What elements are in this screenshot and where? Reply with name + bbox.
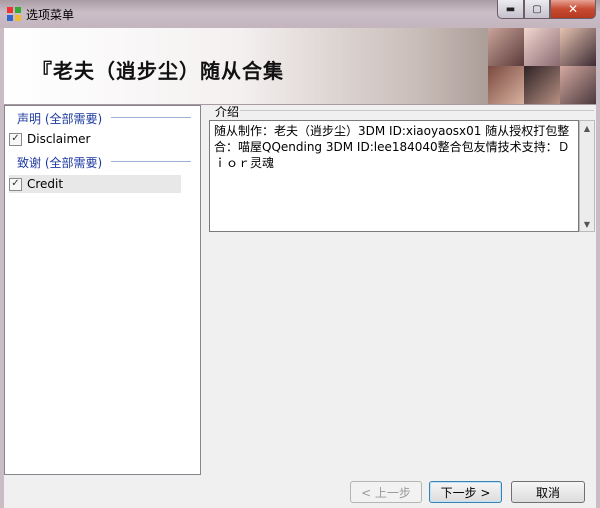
description-divider: [240, 110, 594, 111]
group-divider: [111, 117, 191, 118]
option-label: Credit: [27, 177, 64, 191]
option-label: Disclaimer: [27, 132, 91, 146]
next-button[interactable]: 下一步 >: [429, 481, 502, 503]
description-label: 介绍: [215, 105, 240, 119]
close-icon: ✕: [567, 2, 579, 16]
disclaimer-checkbox[interactable]: ✓: [9, 132, 22, 146]
description-scrollbar[interactable]: ▲ ▼: [579, 120, 595, 232]
close-button[interactable]: ✕: [550, 0, 596, 19]
option-disclaimer[interactable]: ✓ Disclaimer: [9, 130, 185, 148]
window-frame-right: [596, 28, 600, 508]
previous-button[interactable]: < 上一步: [350, 481, 422, 503]
app-icon: [7, 7, 21, 21]
header-banner: 『老夫（逍步尘）随从合集: [4, 28, 596, 105]
description-textbox[interactable]: 随从制作：老夫（逍步尘）3DM ID:xiaoyaosx01 随从授权打包整合：…: [209, 120, 579, 232]
group-divider: [111, 161, 191, 162]
scroll-up-icon[interactable]: ▲: [580, 121, 594, 135]
scroll-down-icon[interactable]: ▼: [580, 217, 594, 231]
cancel-button[interactable]: 取消: [511, 481, 585, 503]
group-header-disclaimer: 声明 (全部需要): [17, 112, 103, 126]
title-bar[interactable]: 选项菜单 ▬ ▢ ✕: [0, 0, 600, 28]
maximize-icon: ▢: [532, 3, 542, 15]
wizard-buttons: < 上一步 下一步 > 取消: [4, 481, 596, 505]
credit-checkbox[interactable]: ✓: [9, 177, 22, 191]
check-icon: ✓: [11, 133, 20, 144]
group-header-credit: 致谢 (全部需要): [17, 156, 103, 170]
window-title: 选项菜单: [26, 8, 75, 22]
check-icon: ✓: [11, 178, 20, 189]
minimize-button[interactable]: ▬: [497, 0, 524, 19]
banner-title: 『老夫（逍步尘）随从合集: [32, 59, 284, 83]
banner-collage-image: [488, 28, 596, 104]
dialog-body: 声明 (全部需要) ✓ Disclaimer 致谢 (全部需要) ✓ Credi…: [4, 105, 596, 508]
options-list[interactable]: 声明 (全部需要) ✓ Disclaimer 致谢 (全部需要) ✓ Credi…: [4, 105, 201, 475]
option-credit[interactable]: ✓ Credit: [9, 175, 181, 193]
minimize-icon: ▬: [505, 3, 516, 15]
maximize-button[interactable]: ▢: [524, 0, 550, 19]
